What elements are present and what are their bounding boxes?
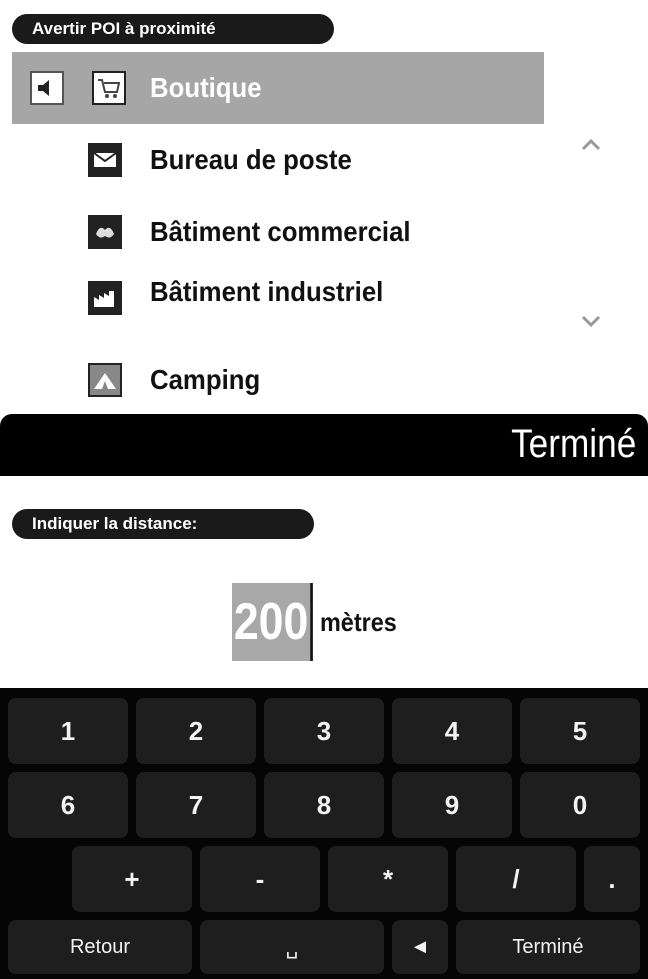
key-3[interactable]: 3 (264, 698, 384, 764)
key-6[interactable]: 6 (8, 772, 128, 838)
key-7[interactable]: 7 (136, 772, 256, 838)
poi-item-boutique[interactable]: Boutique (12, 52, 544, 124)
backspace-key[interactable]: ◄ (392, 920, 448, 974)
distance-section-title: Indiquer la distance: (12, 509, 314, 539)
poi-done-button[interactable]: Terminé (511, 422, 636, 467)
space-key[interactable]: ␣ (200, 920, 384, 974)
key-4[interactable]: 4 (392, 698, 512, 764)
poi-item-camping[interactable]: Camping (12, 344, 544, 416)
poi-alert-section-title-text: Avertir POI à proximité (32, 19, 216, 38)
poi-item-label: Boutique (150, 72, 262, 103)
distance-field[interactable]: 200 mètres (232, 583, 405, 661)
tent-icon (88, 363, 122, 397)
envelope-icon (88, 143, 122, 177)
key-0[interactable]: 0 (520, 772, 640, 838)
poi-alert-section-title: Avertir POI à proximité (12, 14, 334, 44)
poi-item-batiment-industriel[interactable]: Bâtiment industriel (12, 268, 544, 328)
speaker-icon[interactable] (30, 71, 64, 105)
key-1[interactable]: 1 (8, 698, 128, 764)
scroll-down-chevron-icon[interactable] (576, 306, 606, 336)
space-bar-icon: ␣ (285, 936, 299, 959)
shopping-cart-icon (92, 71, 126, 105)
keyboard-done-button[interactable]: Terminé (456, 920, 640, 974)
key-period[interactable]: . (584, 846, 640, 912)
poi-item-bureau-de-poste[interactable]: Bureau de poste (12, 124, 544, 196)
distance-value-input[interactable]: 200 (232, 583, 313, 661)
commercial-building-icon (88, 215, 122, 249)
distance-unit-label: mètres (320, 606, 397, 637)
poi-category-list: Boutique Bureau de poste Bâtiment commer… (12, 52, 544, 412)
back-button[interactable]: Retour (8, 920, 192, 974)
numeric-keyboard: 1 2 3 4 5 6 7 8 9 0 + - * / . Retour ␣ ◄… (0, 688, 648, 979)
poi-item-label: Bâtiment commercial (150, 216, 411, 247)
backspace-arrow-icon: ◄ (410, 935, 430, 958)
key-plus[interactable]: + (72, 846, 192, 912)
key-minus[interactable]: - (200, 846, 320, 912)
scroll-up-chevron-icon[interactable] (576, 130, 606, 160)
distance-section-title-text: Indiquer la distance: (32, 514, 198, 533)
key-8[interactable]: 8 (264, 772, 384, 838)
factory-icon (88, 281, 122, 315)
key-2[interactable]: 2 (136, 698, 256, 764)
key-asterisk[interactable]: * (328, 846, 448, 912)
poi-done-bar: Terminé (0, 414, 648, 476)
key-slash[interactable]: / (456, 846, 576, 912)
key-9[interactable]: 9 (392, 772, 512, 838)
poi-item-label: Camping (150, 364, 261, 395)
key-5[interactable]: 5 (520, 698, 640, 764)
poi-item-label: Bâtiment industriel (150, 276, 384, 307)
poi-item-batiment-commercial[interactable]: Bâtiment commercial (12, 196, 544, 268)
poi-item-label: Bureau de poste (150, 144, 352, 175)
